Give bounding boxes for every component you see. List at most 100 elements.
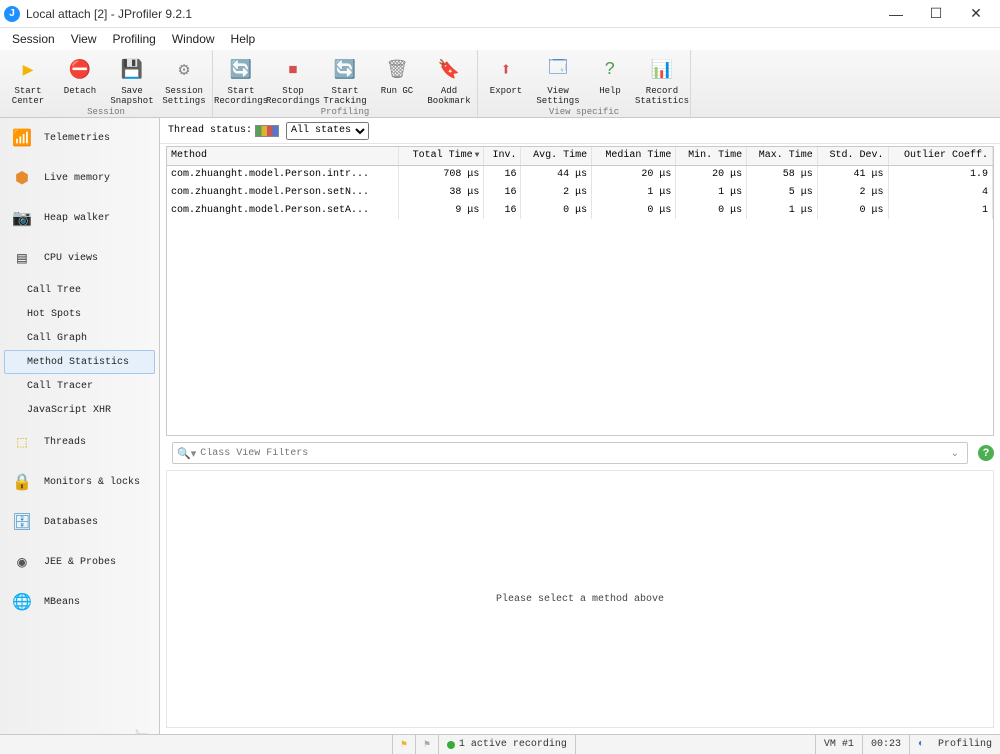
thread-status-select[interactable]: All states xyxy=(286,122,369,140)
save-snapshot-button[interactable]: 💾SaveSnapshot xyxy=(106,52,158,106)
detail-placeholder: Please select a method above xyxy=(166,470,994,728)
stop-recordings-button[interactable]: ⏹StopRecordings xyxy=(267,52,319,106)
filter-label: Thread status: xyxy=(168,125,252,136)
col-median-time[interactable]: Median Time xyxy=(592,147,676,165)
menu-help[interactable]: Help xyxy=(223,30,264,48)
sidebar-item-label: Databases xyxy=(44,517,98,528)
start-center-icon: ▶ xyxy=(14,56,42,84)
record-statistics-button[interactable]: 📊RecordStatistics xyxy=(636,52,688,106)
table-row[interactable]: com.zhuanght.model.Person.setA...9 μs160… xyxy=(167,201,993,219)
class-view-filter-input[interactable] xyxy=(200,448,946,459)
sidebar-item-databases[interactable]: 🗄 Databases xyxy=(0,502,159,542)
view-settings-button[interactable]: 🗔ViewSettings xyxy=(532,52,584,106)
sidebar-item-label: CPU views xyxy=(44,253,98,264)
sidebar-item-monitors-locks[interactable]: 🔒Monitors & locks xyxy=(0,462,159,502)
thread-status-color-icon xyxy=(255,125,279,137)
sidebar-item-live-memory[interactable]: ⬢Live memory xyxy=(0,158,159,198)
minimize-button[interactable]: — xyxy=(876,0,916,28)
heap-walker-icon: 📷 xyxy=(10,206,34,230)
add-bookmark-button[interactable]: 🔖AddBookmark xyxy=(423,52,475,106)
menubar: SessionViewProfilingWindowHelp xyxy=(0,28,1000,50)
sidebar-subitem-call-tree[interactable]: Call Tree xyxy=(4,278,155,302)
record-statistics-label: RecordStatistics xyxy=(635,86,689,106)
col-avg-time[interactable]: Avg. Time xyxy=(521,147,592,165)
sidebar-item-mbeans[interactable]: 🌐MBeans xyxy=(0,582,159,622)
statusbar: ⚑ ⚑ 1 active recording VM #1 00:23 ◐ Pro… xyxy=(0,734,1000,754)
status-vm: VM #1 xyxy=(815,735,862,754)
col-total-time[interactable]: Total Time xyxy=(399,147,484,165)
status-flag-yellow[interactable]: ⚑ xyxy=(392,735,415,754)
sidebar-subitem-call-tracer[interactable]: Call Tracer xyxy=(4,374,155,398)
cell: 9 μs xyxy=(399,201,484,219)
sidebar-item-telemetries[interactable]: 📶 Telemetries xyxy=(0,118,159,158)
menu-profiling[interactable]: Profiling xyxy=(105,30,164,48)
stop-recordings-icon: ⏹ xyxy=(279,56,307,84)
sidebar-item-label: Telemetries xyxy=(44,133,110,144)
run-gc-button[interactable]: 🗑 Run GC xyxy=(371,52,423,106)
menu-session[interactable]: Session xyxy=(4,30,63,48)
cell: 1 μs xyxy=(592,183,676,201)
start-tracking-button[interactable]: 🔄StartTracking xyxy=(319,52,371,106)
status-recording[interactable]: 1 active recording xyxy=(438,735,575,754)
sidebar-subitem-method-statistics[interactable]: Method Statistics xyxy=(4,350,155,374)
export-label: Export xyxy=(490,86,522,96)
run-gc-icon: 🗑 xyxy=(383,56,411,84)
export-button[interactable]: ⬆Export xyxy=(480,52,532,106)
sidebar-subitem-call-graph[interactable]: Call Graph xyxy=(4,326,155,350)
databases-icon: 🗄 xyxy=(10,510,34,534)
start-center-button[interactable]: ▶StartCenter xyxy=(2,52,54,106)
sidebar-item-label: Threads xyxy=(44,437,86,448)
col-inv-[interactable]: Inv. xyxy=(484,147,521,165)
titlebar: J Local attach [2] - JProfiler 9.2.1 — ☐… xyxy=(0,0,1000,28)
chevron-down-icon[interactable]: ⌄ xyxy=(947,448,963,459)
detail-message: Please select a method above xyxy=(496,594,664,605)
help-label: Help xyxy=(599,86,621,96)
live-memory-icon: ⬢ xyxy=(10,166,34,190)
cell: 20 μs xyxy=(592,165,676,183)
sidebar-item-heap-walker[interactable]: 📷Heap walker xyxy=(0,198,159,238)
method-statistics-table-wrap[interactable]: MethodTotal TimeInv.Avg. TimeMedian Time… xyxy=(166,146,994,436)
help-icon: ? xyxy=(596,56,624,84)
cell: 1 μs xyxy=(747,201,818,219)
cpu-views-icon: ▤ xyxy=(10,246,34,270)
table-row[interactable]: com.zhuanght.model.Person.intr...708 μs1… xyxy=(167,165,993,183)
session-settings-button[interactable]: ⚙SessionSettings xyxy=(158,52,210,106)
cell: 1 μs xyxy=(676,183,747,201)
maximize-button[interactable]: ☐ xyxy=(916,0,956,28)
col-method[interactable]: Method xyxy=(167,147,399,165)
sidebar-subitem-javascript-xhr[interactable]: JavaScript XHR xyxy=(4,398,155,422)
run-gc-label: Run GC xyxy=(381,86,413,96)
detach-button[interactable]: ⛔Detach xyxy=(54,52,106,106)
help-button[interactable]: ? Help xyxy=(584,52,636,106)
close-button[interactable]: ✕ xyxy=(956,0,996,28)
menu-view[interactable]: View xyxy=(63,30,105,48)
sidebar-item-cpu-views[interactable]: ▤ CPU views xyxy=(0,238,159,278)
cell: 16 xyxy=(484,183,521,201)
cell: 20 μs xyxy=(676,165,747,183)
cell: 38 μs xyxy=(399,183,484,201)
stop-recordings-label: StopRecordings xyxy=(266,86,320,106)
menu-window[interactable]: Window xyxy=(164,30,223,48)
cell: 41 μs xyxy=(817,165,888,183)
view-settings-icon: 🗔 xyxy=(544,56,572,84)
sidebar-subitem-hot-spots[interactable]: Hot Spots xyxy=(4,302,155,326)
status-mode: ◐ Profiling xyxy=(909,735,1000,754)
table-row[interactable]: com.zhuanght.model.Person.setN...38 μs16… xyxy=(167,183,993,201)
sidebar-item-jee-probes[interactable]: ◉JEE & Probes xyxy=(0,542,159,582)
watermark: JProfiler xyxy=(127,728,153,734)
start-recordings-icon: 🔄 xyxy=(227,56,255,84)
status-flag-grey[interactable]: ⚑ xyxy=(415,735,438,754)
start-recordings-button[interactable]: 🔄StartRecordings xyxy=(215,52,267,106)
cell: 16 xyxy=(484,165,521,183)
class-view-filter[interactable]: 🔍▾ ⌄ xyxy=(172,442,968,464)
telemetries-icon: 📶 xyxy=(10,126,34,150)
col-std-dev-[interactable]: Std. Dev. xyxy=(817,147,888,165)
col-max-time[interactable]: Max. Time xyxy=(747,147,818,165)
sidebar-item-threads[interactable]: ⬚Threads xyxy=(0,422,159,462)
col-outlier-coeff-[interactable]: Outlier Coeff. xyxy=(888,147,992,165)
cell: 0 μs xyxy=(676,201,747,219)
add-bookmark-icon: 🔖 xyxy=(435,56,463,84)
sidebar-item-label: Monitors & locks xyxy=(44,477,140,488)
help-icon[interactable]: ? xyxy=(978,445,994,461)
col-min-time[interactable]: Min. Time xyxy=(676,147,747,165)
